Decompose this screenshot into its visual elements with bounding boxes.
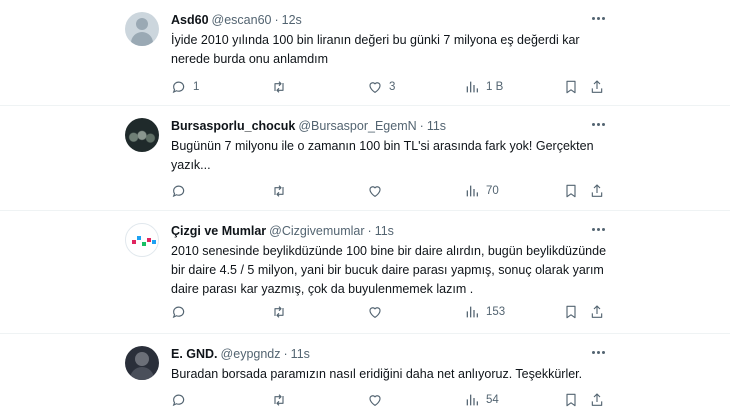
separator-dot: · (274, 13, 279, 27)
user-name[interactable]: Bursasporlu_chocuk (171, 119, 295, 133)
more-options-icon[interactable] (586, 10, 610, 26)
user-handle[interactable]: @Cizgivemumlar (269, 224, 364, 238)
tweet-header: Çizgi ve Mumlar @Cizgivemumlar · 11s (171, 223, 394, 239)
action-bar: 153 (171, 303, 611, 321)
separator-dot: · (419, 119, 424, 133)
tweet[interactable]: Bursasporlu_chocuk @Bursaspor_EgemN · 11s B… (0, 106, 730, 211)
timestamp[interactable]: 11s (375, 224, 394, 238)
tweet[interactable]: Asd60 @escan60 · 12s İyide 2010 yılında 100… (0, 0, 730, 106)
tweet-text: Buradan borsada paramızın nasıl eridiğin… (171, 367, 583, 381)
tweet[interactable]: E. GND. @eypgndz · 11s Buradan borsada para… (0, 334, 730, 420)
bookmark-icon (566, 80, 576, 94)
action-bar: 54 (171, 391, 611, 409)
reply-icon (172, 81, 185, 94)
like-button[interactable]: 3 (367, 78, 395, 96)
more-options-icon[interactable] (586, 116, 610, 132)
share-icon (591, 184, 603, 197)
user-name[interactable]: Çizgi ve Mumlar (171, 224, 266, 238)
tweet-header: E. GND. @eypgndz · 11s (171, 346, 310, 362)
avatar[interactable] (125, 118, 159, 152)
user-handle[interactable]: @eypgndz (221, 347, 281, 361)
user-handle[interactable]: @escan60 (212, 13, 272, 27)
bookmark-icon (566, 305, 576, 319)
bookmark-button[interactable] (563, 78, 579, 96)
like-button[interactable] (367, 182, 389, 200)
retweet-icon (274, 394, 284, 406)
view-count: 70 (486, 185, 499, 197)
analytics-icon (466, 306, 478, 318)
reply-icon (172, 185, 185, 198)
view-count: 1 B (486, 81, 504, 93)
tweet-header: Asd60 @escan60 · 12s (171, 12, 302, 28)
action-bar: 1 3 1 B (171, 78, 611, 96)
retweet-icon (274, 306, 284, 318)
heart-icon (369, 82, 381, 93)
reply-count: 1 (193, 81, 200, 93)
tweet-text: İyide 2010 yılında 100 bin liranın değer… (171, 33, 580, 66)
reply-button[interactable] (171, 303, 193, 321)
timestamp[interactable]: 11s (291, 347, 310, 361)
bookmark-icon (566, 393, 576, 407)
share-button[interactable] (589, 391, 605, 409)
heart-icon (369, 186, 381, 197)
more-options-icon[interactable] (586, 221, 610, 237)
bookmark-button[interactable] (563, 391, 579, 409)
tweet-header: Bursasporlu_chocuk @Bursaspor_EgemN · 11s (171, 118, 446, 134)
tweet[interactable]: Çizgi ve Mumlar @Cizgivemumlar · 11s 2010 s… (0, 211, 730, 334)
view-count: 153 (486, 306, 506, 318)
like-count: 3 (389, 81, 396, 93)
analytics-icon (466, 185, 478, 197)
analytics-icon (466, 394, 478, 406)
retweet-icon (274, 185, 284, 197)
user-handle[interactable]: @Bursaspor_EgemN (298, 119, 416, 133)
like-button[interactable] (367, 303, 389, 321)
bookmark-button[interactable] (563, 182, 579, 200)
share-icon (591, 305, 603, 318)
share-icon (591, 393, 603, 406)
timestamp[interactable]: 12s (282, 13, 302, 27)
reply-button[interactable] (171, 391, 193, 409)
retweet-button[interactable] (271, 182, 293, 200)
share-button[interactable] (589, 182, 605, 200)
timeline: Asd60 @escan60 · 12s İyide 2010 yılında 100… (0, 0, 730, 420)
action-bar: 70 (171, 182, 611, 200)
analytics-icon (466, 81, 478, 93)
share-button[interactable] (589, 303, 605, 321)
tweet-text: 2010 senesinde beylikdüzünde 100 bine bi… (171, 244, 607, 296)
reply-button[interactable]: 1 (171, 78, 199, 96)
more-options-icon[interactable] (586, 344, 610, 360)
like-button[interactable] (367, 391, 389, 409)
avatar[interactable] (125, 346, 159, 380)
views-button[interactable]: 153 (464, 303, 505, 321)
heart-icon (369, 395, 381, 406)
tweet-text: Bugünün 7 milyonu ile o zamanın 100 bin … (171, 139, 594, 172)
separator-dot: · (367, 224, 372, 238)
views-button[interactable]: 70 (464, 182, 499, 200)
reply-icon (172, 394, 185, 407)
share-icon (591, 80, 603, 93)
share-button[interactable] (589, 78, 605, 96)
bookmark-button[interactable] (563, 303, 579, 321)
view-count: 54 (486, 394, 499, 406)
retweet-icon (274, 81, 284, 93)
separator-dot: · (283, 347, 288, 361)
reply-icon (172, 306, 185, 319)
bookmark-icon (566, 184, 576, 198)
retweet-button[interactable] (271, 303, 293, 321)
views-button[interactable]: 1 B (464, 78, 503, 96)
user-name[interactable]: Asd60 (171, 13, 209, 27)
avatar[interactable] (125, 223, 159, 257)
timestamp[interactable]: 11s (427, 119, 446, 133)
retweet-button[interactable] (271, 391, 293, 409)
retweet-button[interactable] (271, 78, 293, 96)
heart-icon (369, 307, 381, 318)
user-name[interactable]: E. GND. (171, 347, 218, 361)
reply-button[interactable] (171, 182, 193, 200)
avatar[interactable] (125, 12, 159, 46)
views-button[interactable]: 54 (464, 391, 499, 409)
